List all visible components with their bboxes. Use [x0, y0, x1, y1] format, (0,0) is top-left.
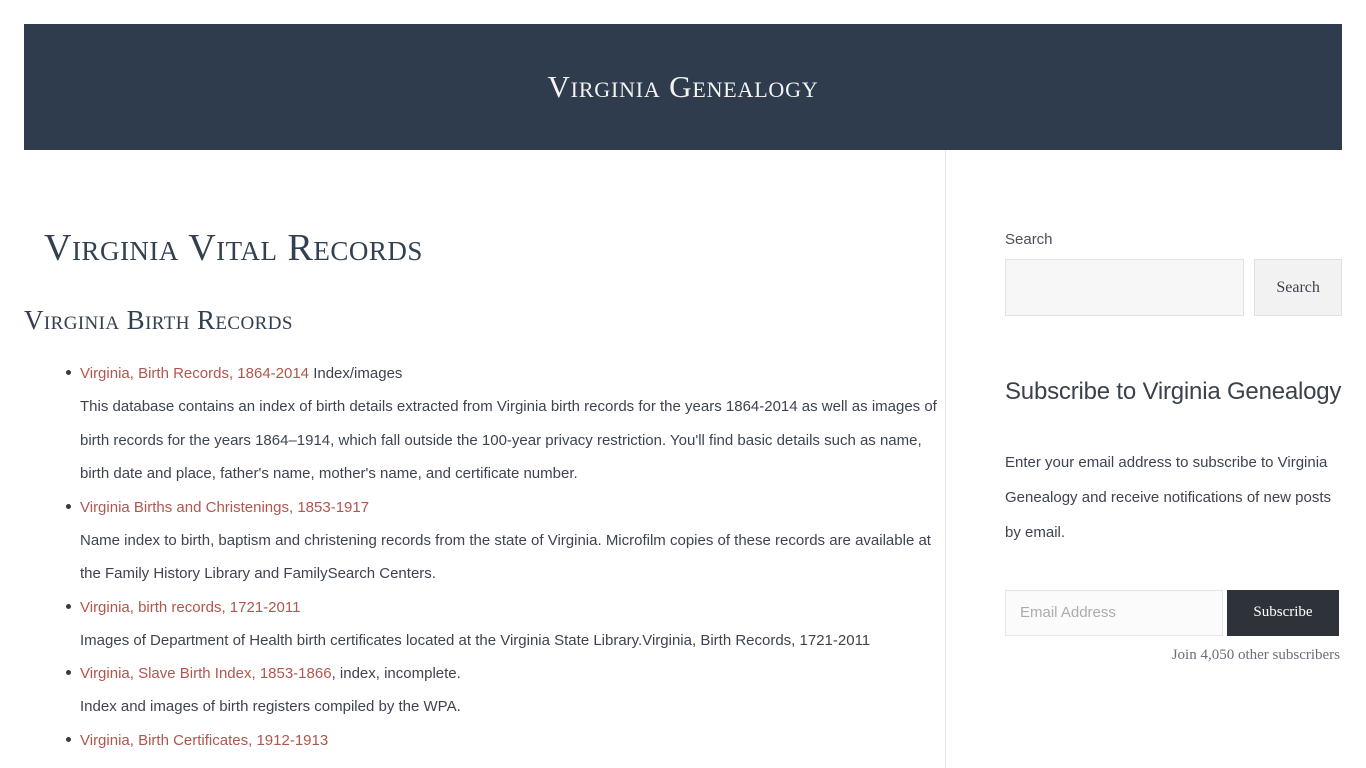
record-description: This database contains an index of birth…: [80, 398, 937, 483]
content-sidebar-divider: [945, 150, 946, 768]
record-heading: Virginia, Birth Certificates, 1912-1913: [80, 724, 945, 757]
record-heading: Virginia, Slave Birth Index, 1853-1866, …: [80, 657, 945, 690]
section-title-birth-records: Virginia Birth Records: [24, 304, 293, 335]
page-body: Virginia Vital Records Virginia Birth Re…: [0, 150, 1366, 768]
list-item: Virginia, Birth Records, 1864-2014 Index…: [24, 357, 945, 491]
subscribe-form: Subscribe: [1005, 589, 1342, 636]
record-heading: Virginia Births and Christenings, 1853-1…: [80, 491, 945, 524]
site-title: Virginia Genealogy: [547, 69, 819, 104]
subscribe-widget-description: Enter your email address to subscribe to…: [1005, 453, 1332, 541]
record-heading: Virginia, birth records, 1721-2011: [80, 591, 945, 624]
search-widget: Search: [1005, 259, 1342, 316]
main-content: Virginia Vital Records Virginia Birth Re…: [24, 150, 945, 768]
search-input[interactable]: [1005, 259, 1245, 316]
list-item: Virginia, Slave Birth Index, 1853-1866, …: [24, 657, 945, 724]
email-field[interactable]: [1005, 589, 1223, 636]
subscribe-button[interactable]: Subscribe: [1227, 589, 1339, 636]
sidebar: Search Search Subscribe to Virginia Gene…: [1005, 150, 1342, 768]
record-suffix: , index, incomplete.: [331, 665, 461, 683]
list-item: Virginia, Birth Certificates, 1912-1913: [24, 724, 945, 757]
record-description: Index and images of birth registers comp…: [80, 698, 461, 716]
record-link[interactable]: Virginia, Birth Certificates, 1912-1913: [80, 732, 328, 749]
search-widget-label: Search: [1005, 231, 1053, 248]
record-link[interactable]: Virginia Births and Christenings, 1853-1…: [80, 499, 369, 516]
record-link[interactable]: Virginia, birth records, 1721-2011: [80, 599, 300, 616]
page-title: Virginia Vital Records: [44, 227, 423, 269]
subscriber-count: Join 4,050 other subscribers: [1171, 646, 1340, 663]
record-list: Virginia, Birth Records, 1864-2014 Index…: [24, 335, 945, 757]
record-description: Images of Department of Health birth cer…: [80, 631, 871, 649]
record-link[interactable]: Virginia, Birth Records, 1864-2014: [80, 365, 309, 382]
site-header: Virginia Genealogy: [24, 24, 1342, 150]
record-suffix: Index/images: [309, 365, 403, 383]
record-description: Name index to birth, baptism and christe…: [80, 531, 931, 583]
search-button[interactable]: Search: [1254, 259, 1342, 316]
subscribe-widget-title: Subscribe to Virginia Genealogy: [1005, 378, 1342, 405]
record-heading: Virginia, Birth Records, 1864-2014 Index…: [80, 357, 945, 390]
list-item: Virginia Births and Christenings, 1853-1…: [24, 491, 945, 591]
record-link[interactable]: Virginia, Slave Birth Index, 1853-1866: [80, 665, 332, 682]
list-item: Virginia, birth records, 1721-2011 Image…: [24, 591, 945, 658]
